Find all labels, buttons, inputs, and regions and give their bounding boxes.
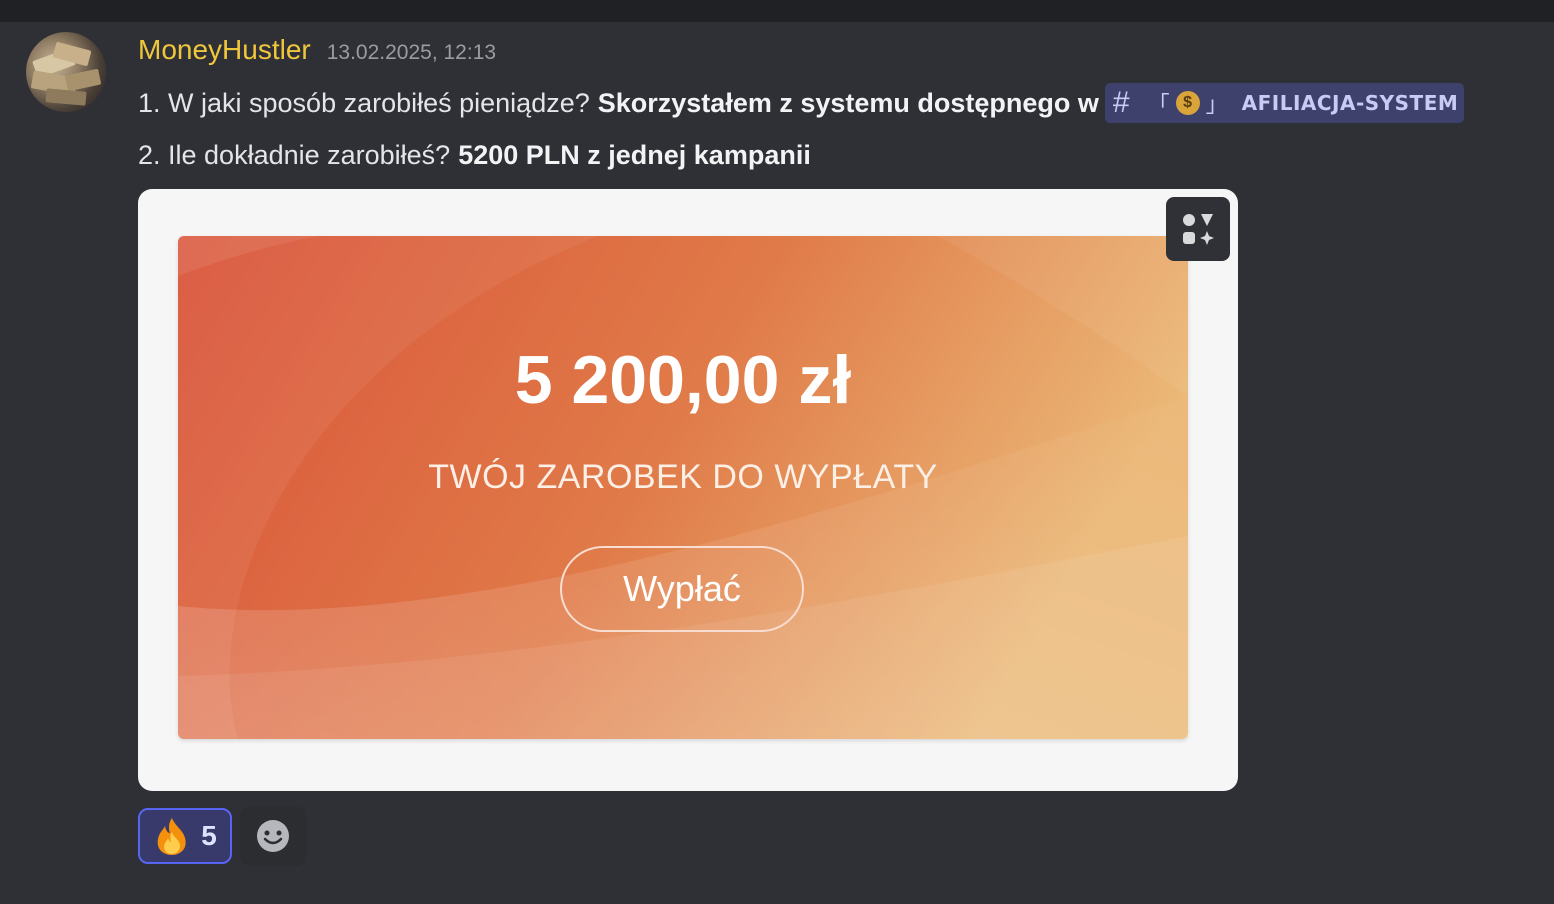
message-header: MoneyHustler 13.02.2025, 12:13 — [138, 32, 496, 68]
question-1: 1. W jaki sposób zarobiłeś pieniądze? — [138, 87, 590, 118]
earnings-subtitle: TWÓJ ZAROBEK DO WYPŁATY — [428, 458, 938, 496]
message-line-1: 1. W jaki sposób zarobiłeś pieniądze? Sk… — [138, 82, 1465, 124]
amount-label: 5 200,00 zł — [514, 342, 852, 418]
answer-2: 5200 PLN z jednej kampanii — [458, 139, 811, 170]
bracket-open: 「 — [1147, 92, 1170, 117]
add-reaction-smiley-icon — [257, 820, 289, 852]
earnings-card: 5 200,00 zł TWÓJ ZAROBEK DO WYPŁATY Wypł… — [178, 236, 1188, 739]
reactions-bar: 5 — [138, 806, 306, 866]
image-attachment[interactable]: 5 200,00 zł TWÓJ ZAROBEK DO WYPŁATY Wypł… — [138, 189, 1238, 791]
answer-1: Skorzystałem z systemu dostępnego w — [597, 87, 1099, 118]
reaction-count: 5 — [201, 820, 217, 851]
timestamp: 13.02.2025, 12:13 — [326, 41, 497, 64]
apps-icon — [1183, 214, 1214, 245]
question-2: 2. Ile dokładnie zarobiłeś? — [138, 139, 451, 170]
bracket-close: 」 — [1205, 92, 1228, 117]
channel-hash-icon: # — [1112, 86, 1130, 119]
username[interactable]: MoneyHustler — [138, 32, 311, 68]
payout-button[interactable]: Wypłać — [560, 546, 804, 632]
reaction-fire[interactable]: 5 — [138, 808, 232, 864]
apps-button[interactable] — [1166, 197, 1230, 261]
channel-name: AFILIACJA-SYSTEM — [1241, 91, 1459, 115]
money-bag-icon: $ — [1175, 91, 1200, 115]
add-reaction-button[interactable] — [240, 806, 306, 866]
money-stack-icon — [31, 42, 101, 106]
avatar[interactable] — [26, 32, 106, 112]
top-bar — [0, 0, 1554, 22]
message-line-2: 2. Ile dokładnie zarobiłeś? 5200 PLN z j… — [138, 134, 811, 176]
channel-mention[interactable]: # 「 $ 」 AFILIACJA-SYSTEM — [1104, 83, 1465, 123]
fire-emoji-icon — [157, 818, 186, 855]
